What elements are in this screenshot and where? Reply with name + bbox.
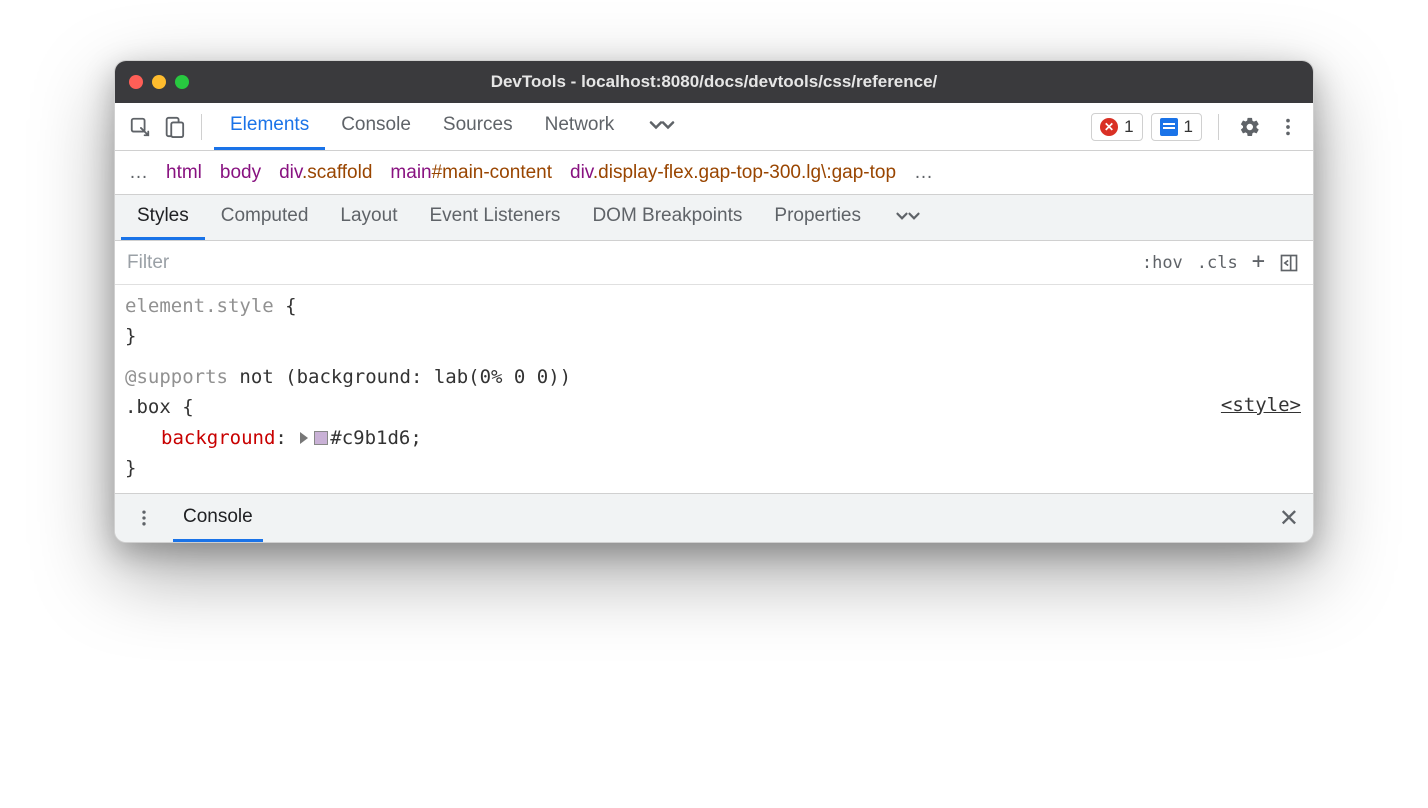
main-toolbar: Elements Console Sources Network ✕ 1 1 <box>115 103 1313 151</box>
dom-breadcrumbs: … html body div.scaffold main#main-conte… <box>115 151 1313 195</box>
subtab-layout[interactable]: Layout <box>324 195 413 240</box>
issue-count: 1 <box>1184 117 1193 137</box>
toolbar-right: ✕ 1 1 <box>1091 112 1303 142</box>
tab-console[interactable]: Console <box>325 103 427 150</box>
breadcrumb-html[interactable]: html <box>166 162 202 184</box>
zoom-window-button[interactable] <box>175 75 189 89</box>
cls-toggle[interactable]: .cls <box>1197 253 1238 273</box>
new-style-rule-button[interactable]: + <box>1252 249 1265 274</box>
tab-sources[interactable]: Sources <box>427 103 529 150</box>
computed-styles-sidebar-icon[interactable] <box>1279 253 1299 273</box>
breadcrumb-div-scaffold[interactable]: div.scaffold <box>279 162 372 184</box>
errors-badge[interactable]: ✕ 1 <box>1091 113 1142 141</box>
tab-elements[interactable]: Elements <box>214 103 325 150</box>
panel-tabs: Elements Console Sources Network <box>214 103 694 150</box>
issues-badge[interactable]: 1 <box>1151 113 1202 141</box>
inspect-element-icon[interactable] <box>125 112 155 142</box>
toolbar-divider <box>1218 114 1219 140</box>
breadcrumb-div-flex[interactable]: div.display-flex.gap-top-300.lg\:gap-top <box>570 162 896 184</box>
styles-filter-row: :hov .cls + <box>115 241 1313 285</box>
element-style-selector: element.style <box>125 295 274 317</box>
breadcrumb-ellipsis-left[interactable]: … <box>129 162 148 184</box>
tabs-overflow[interactable] <box>630 103 694 150</box>
subtab-computed[interactable]: Computed <box>205 195 325 240</box>
subtab-properties[interactable]: Properties <box>758 195 877 240</box>
at-rule-keyword: @supports <box>125 366 228 388</box>
traffic-lights <box>129 75 189 89</box>
device-toolbar-icon[interactable] <box>159 112 189 142</box>
color-swatch[interactable] <box>314 431 328 445</box>
breadcrumb-main[interactable]: main#main-content <box>390 162 552 184</box>
at-rule-condition: not (background: lab(0% 0 0)) <box>228 366 571 388</box>
supports-rule-block[interactable]: <style> @supports not (background: lab(0… <box>125 362 1303 484</box>
drawer-tab-console[interactable]: Console <box>173 494 263 542</box>
close-window-button[interactable] <box>129 75 143 89</box>
error-icon: ✕ <box>1100 118 1118 136</box>
minimize-window-button[interactable] <box>152 75 166 89</box>
drawer-more-icon[interactable] <box>129 503 159 533</box>
subtabs-overflow[interactable] <box>877 195 939 240</box>
element-style-rule[interactable]: element.style { } <box>125 291 1303 352</box>
hov-toggle[interactable]: :hov <box>1142 253 1183 273</box>
tab-network[interactable]: Network <box>529 103 631 150</box>
subtab-dom-breakpoints[interactable]: DOM Breakpoints <box>576 195 758 240</box>
css-declaration[interactable]: background: #c9b1d6; <box>125 423 1303 453</box>
rule-selector[interactable]: .box <box>125 396 171 418</box>
drawer-close-icon[interactable]: ✕ <box>1279 504 1299 533</box>
expand-shorthand-icon[interactable] <box>300 432 308 444</box>
toolbar-divider <box>201 114 202 140</box>
breadcrumb-ellipsis-right[interactable]: … <box>914 162 933 184</box>
more-icon[interactable] <box>1273 112 1303 142</box>
subtab-event-listeners[interactable]: Event Listeners <box>413 195 576 240</box>
styles-subtabs: Styles Computed Layout Event Listeners D… <box>115 195 1313 241</box>
styles-filter-tools: :hov .cls + <box>1128 250 1313 275</box>
styles-pane: element.style { } <style> @supports not … <box>115 285 1313 494</box>
console-drawer: Console ✕ <box>115 494 1313 542</box>
css-prop-value[interactable]: #c9b1d6 <box>330 427 410 449</box>
titlebar: DevTools - localhost:8080/docs/devtools/… <box>115 61 1313 103</box>
settings-icon[interactable] <box>1235 112 1265 142</box>
css-prop-name[interactable]: background <box>161 427 275 449</box>
error-count: 1 <box>1124 117 1133 137</box>
subtab-styles[interactable]: Styles <box>121 195 205 240</box>
styles-filter-input[interactable] <box>115 241 1128 284</box>
rule-source-link[interactable]: <style> <box>1221 390 1301 420</box>
chat-icon <box>1160 118 1178 136</box>
window-title: DevTools - localhost:8080/docs/devtools/… <box>115 72 1313 92</box>
devtools-window: DevTools - localhost:8080/docs/devtools/… <box>114 60 1314 543</box>
breadcrumb-body[interactable]: body <box>220 162 261 184</box>
